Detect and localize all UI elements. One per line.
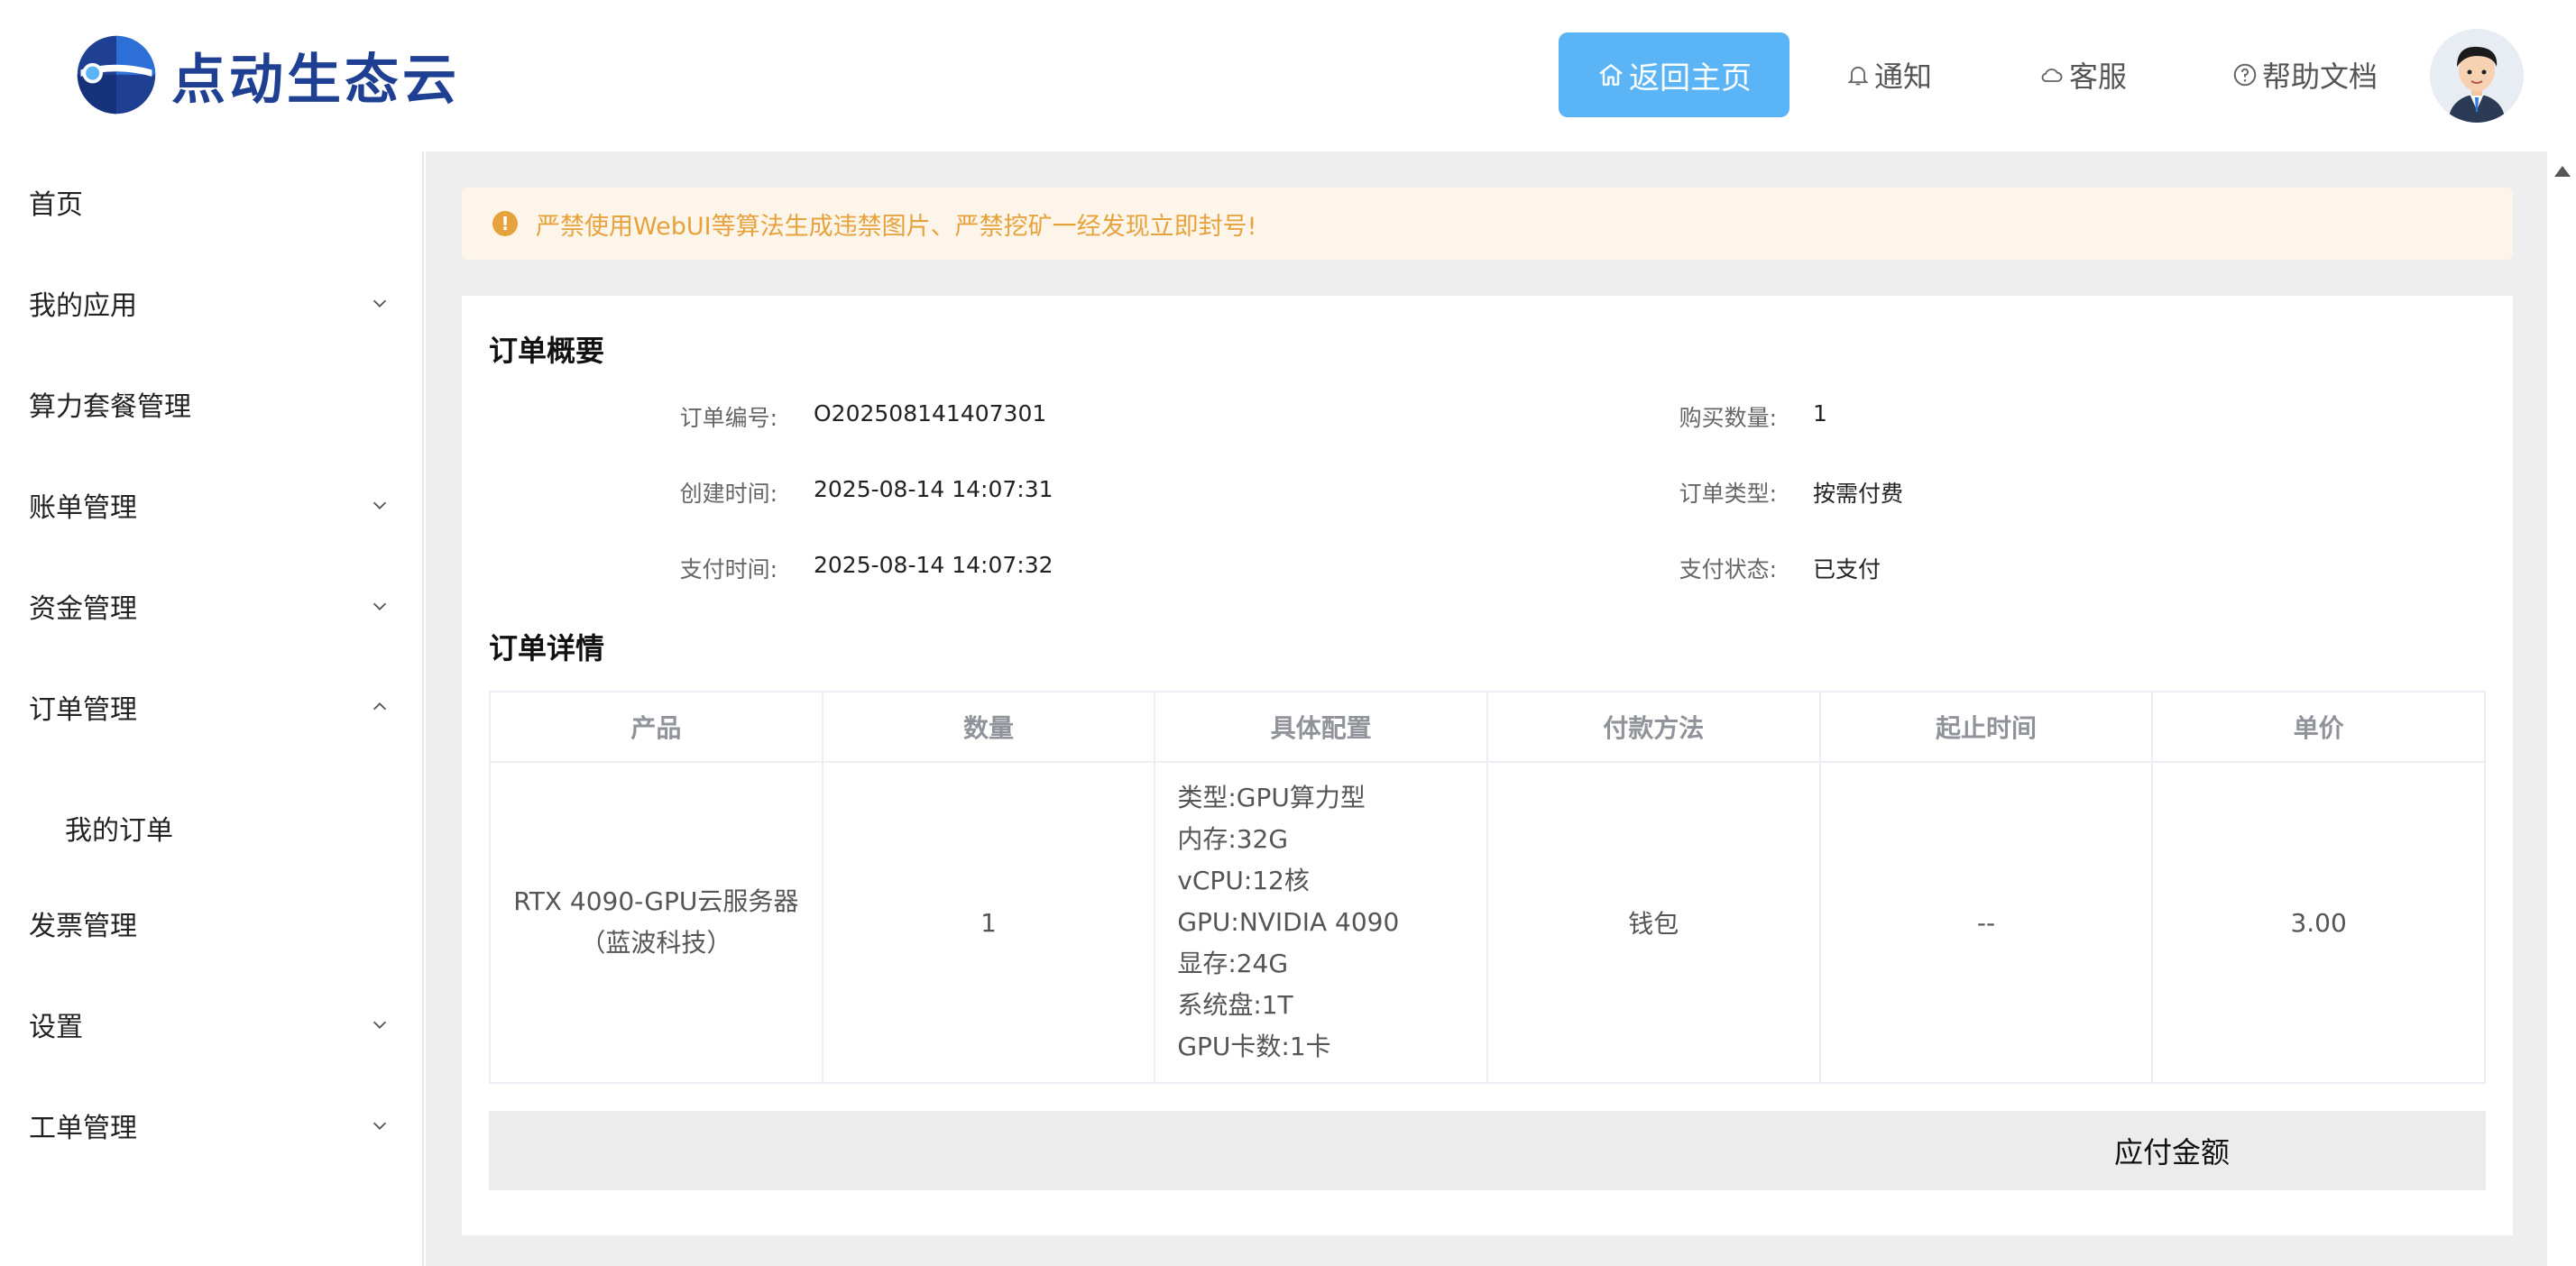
order-detail-table: 产品 数量 具体配置 付款方法 起止时间 单价 RTX 4090-GPU云服务器… (489, 691, 2486, 1084)
config-line: 显存:24G (1177, 949, 1289, 978)
question-circle-icon (2233, 63, 2257, 87)
chevron-down-icon (373, 602, 387, 610)
sidebar-item-invoices[interactable]: 发票管理 (29, 896, 390, 950)
total-amount-label: 应付金额 (2114, 1135, 2231, 1170)
user-avatar-icon (2430, 29, 2524, 123)
sidebar-item-funds[interactable]: 资金管理 (29, 579, 390, 633)
sidebar-item-billing[interactable]: 账单管理 (29, 478, 390, 532)
user-avatar[interactable] (2430, 29, 2524, 123)
order-type-value: 按需付费 (1813, 481, 1904, 507)
paid-time-label: 支付时间: (679, 556, 777, 583)
page-scrollbar[interactable] (2547, 151, 2576, 1266)
chevron-down-icon (373, 1122, 387, 1130)
sidebar-item-home[interactable]: 首页 (29, 175, 390, 229)
column-header-period: 起止时间 (1818, 691, 2154, 763)
service-link[interactable]: 客服 (2038, 32, 2127, 117)
notice-link-label: 通知 (1874, 60, 1933, 94)
logo-globe-icon (77, 35, 156, 115)
cell-config: 类型:GPU算力型 内存:32G vCPU:12核 GPU:NVIDIA 409… (1154, 761, 1488, 1084)
quantity-label: 购买数量: (1679, 405, 1777, 431)
created-time-value: 2025-08-14 14:07:31 (814, 476, 1053, 502)
sidebar-item-label: 算力套餐管理 (29, 391, 191, 423)
chevron-down-icon (373, 299, 387, 307)
sidebar-item-my-apps[interactable]: 我的应用 (29, 276, 390, 330)
config-line: 类型:GPU算力型 (1177, 783, 1366, 812)
notice-link[interactable]: 通知 (1845, 32, 1932, 117)
config-line: GPU:NVIDIA 4090 (1177, 907, 1400, 937)
sidebar-item-label: 我的应用 (29, 290, 137, 322)
sidebar-item-label: 我的订单 (65, 815, 173, 847)
column-header-pay-method: 付款方法 (1486, 691, 1821, 763)
chevron-down-icon (373, 501, 387, 509)
column-header-product: 产品 (489, 691, 823, 763)
sidebar-item-label: 发票管理 (29, 911, 137, 942)
cloud-icon (2041, 69, 2063, 82)
brand-name: 点动生态云 (171, 48, 460, 112)
cell-pay-method: 钱包 (1486, 761, 1821, 1084)
order-no-label: 订单编号: (679, 405, 777, 431)
paid-time-value: 2025-08-14 14:07:32 (814, 552, 1053, 578)
pay-status-label: 支付状态: (1679, 556, 1777, 583)
product-vendor: （蓝波科技） (580, 928, 732, 958)
home-button[interactable]: 返回主页 (1559, 32, 1789, 117)
scroll-up-arrow-icon[interactable] (2554, 166, 2571, 177)
sidebar-item-label: 订单管理 (29, 694, 137, 726)
config-line: GPU卡数:1卡 (1177, 1032, 1331, 1061)
order-type-label: 订单类型: (1679, 481, 1777, 507)
pay-status-value: 已支付 (1813, 556, 1881, 583)
home-icon (1599, 64, 1623, 86)
column-header-config: 具体配置 (1154, 691, 1488, 763)
order-card: 订单概要 订单编号: O202508141407301 创建时间: 2025-0… (462, 296, 2513, 1235)
column-header-quantity: 数量 (821, 691, 1156, 763)
created-time-label: 创建时间: (679, 481, 777, 507)
sidebar-item-orders[interactable]: 订单管理 (29, 680, 390, 734)
sidebar-item-label: 工单管理 (29, 1113, 137, 1144)
home-button-label: 返回主页 (1629, 60, 1752, 96)
brand-logo[interactable]: 点动生态云 (74, 32, 460, 117)
table-row: RTX 4090-GPU云服务器 （蓝波科技） 1 类型:GPU算力型 内存:3… (489, 761, 2486, 1084)
sidebar: 首页 我的应用 算力套餐管理 账单管理 资金管理 订单管理 我的订单 发票管理 … (0, 151, 424, 1266)
chevron-up-icon (373, 702, 387, 711)
cell-price: 3.00 (2151, 761, 2486, 1084)
sidebar-item-tickets[interactable]: 工单管理 (29, 1098, 390, 1152)
cell-product: RTX 4090-GPU云服务器 （蓝波科技） (489, 761, 823, 1084)
table-header-row: 产品 数量 具体配置 付款方法 起止时间 单价 (489, 691, 2486, 763)
chevron-down-icon (373, 1021, 387, 1029)
order-summary-title: 订单概要 (489, 334, 605, 368)
sidebar-item-label: 设置 (29, 1012, 83, 1043)
warning-alert: ! 严禁使用WebUI等算法生成违禁图片、严禁挖矿一经发现立即封号! (462, 188, 2513, 260)
sidebar-item-compute-plans[interactable]: 算力套餐管理 (29, 377, 390, 431)
order-detail-title: 订单详情 (489, 631, 605, 665)
sidebar-item-my-orders[interactable]: 我的订单 (65, 801, 426, 855)
column-header-price: 单价 (2151, 691, 2486, 763)
help-docs-link[interactable]: 帮助文档 (2231, 32, 2378, 117)
sidebar-item-settings[interactable]: 设置 (29, 997, 390, 1051)
config-line: 系统盘:1T (1177, 990, 1293, 1020)
warning-alert-text: 严禁使用WebUI等算法生成违禁图片、严禁挖矿一经发现立即封号! (536, 212, 1257, 241)
product-name: RTX 4090-GPU云服务器 (513, 886, 799, 916)
cell-quantity: 1 (821, 761, 1156, 1084)
order-no-value: O202508141407301 (814, 400, 1047, 427)
config-line: 内存:32G (1177, 824, 1289, 854)
warning-icon: ! (492, 211, 518, 236)
sidebar-item-label: 账单管理 (29, 492, 137, 524)
bell-icon (1847, 66, 1869, 86)
total-amount-bar: 应付金额 (489, 1111, 2486, 1190)
sidebar-item-label: 资金管理 (29, 593, 137, 625)
quantity-value: 1 (1813, 400, 1827, 427)
service-link-label: 客服 (2069, 60, 2128, 94)
top-header: 点动生态云 返回主页 通知 客服 帮助文档 (0, 0, 2576, 151)
sidebar-item-label: 首页 (29, 189, 83, 221)
help-docs-link-label: 帮助文档 (2262, 60, 2378, 94)
config-line: vCPU:12核 (1177, 866, 1310, 895)
cell-period: -- (1818, 761, 2154, 1084)
